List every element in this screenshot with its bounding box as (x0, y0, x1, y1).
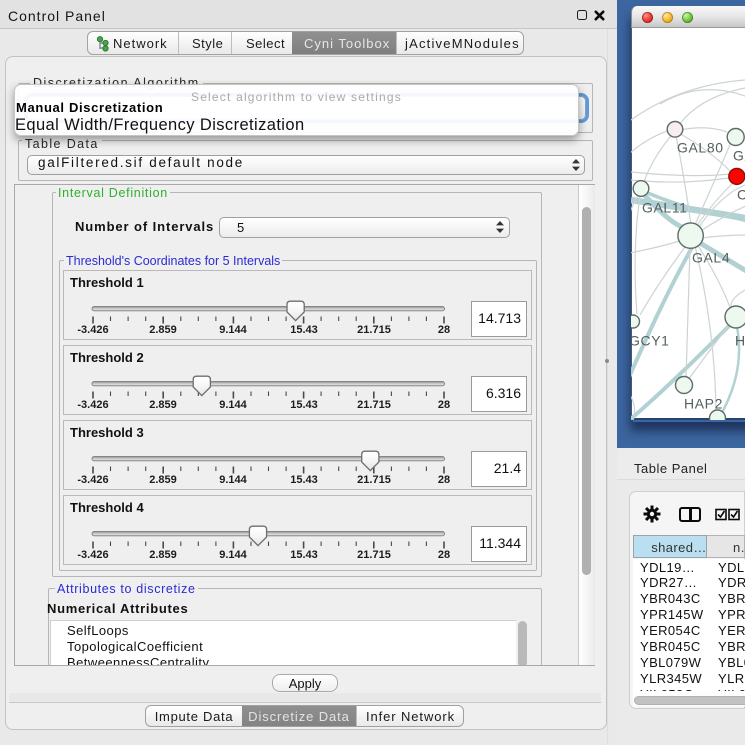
svg-text:CY: CY (737, 187, 745, 203)
svg-text:GAL4: GAL4 (692, 250, 730, 266)
svg-text:GAL80: GAL80 (677, 140, 724, 156)
svg-text:GCY1: GCY1 (631, 333, 670, 349)
svg-text:HAP2: HAP2 (684, 396, 723, 412)
svg-text:GAL11: GAL11 (642, 200, 688, 216)
svg-text:HA: HA (735, 333, 745, 349)
svg-text:GA: GA (733, 148, 745, 164)
